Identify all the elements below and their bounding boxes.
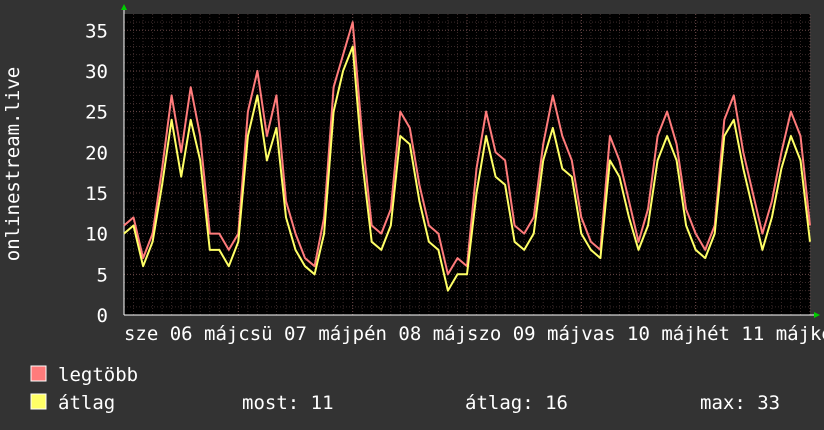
x-tick-label: csü 07 máj — [238, 323, 352, 345]
y-tick-label: 10 — [85, 224, 108, 246]
y-tick-label: 0 — [97, 305, 108, 327]
legend-label: átlag — [58, 392, 115, 414]
y-tick-label: 15 — [85, 183, 108, 205]
legend-swatch — [30, 393, 47, 410]
x-tick-label: szo 09 máj — [467, 323, 581, 345]
x-tick-label: pén 08 máj — [353, 323, 467, 345]
y-tick-label: 5 — [97, 264, 108, 286]
chart-container: 0 5 10 15 20 25 30 35 sze 06 máj csü 07 máj pén 08… — [0, 0, 824, 430]
stat-max: max: 33 — [700, 392, 780, 414]
x-tick-label: hét 11 máj — [696, 323, 810, 345]
x-tick-label: vas 10 máj — [581, 323, 695, 345]
stat-now: most: 11 — [242, 392, 334, 414]
y-axis-label: onlinestream.live — [2, 67, 24, 261]
x-axis-arrow — [814, 312, 820, 318]
y-tick-label: 30 — [85, 61, 108, 83]
y-tick-label: 35 — [85, 20, 108, 42]
y-tick-label: 25 — [85, 102, 108, 124]
x-tick-label: ked 12 máj — [810, 323, 824, 345]
stat-avg: átlag: 16 — [465, 392, 568, 414]
y-axis-arrow — [121, 4, 127, 10]
legend-swatch — [30, 365, 47, 382]
x-tick-label: sze 06 máj — [124, 323, 238, 345]
legend-label: legtöbb — [58, 364, 138, 386]
chart: 0 5 10 15 20 25 30 35 sze 06 máj csü 07 máj pén 08… — [2, 4, 824, 414]
y-tick-label: 20 — [85, 142, 108, 164]
